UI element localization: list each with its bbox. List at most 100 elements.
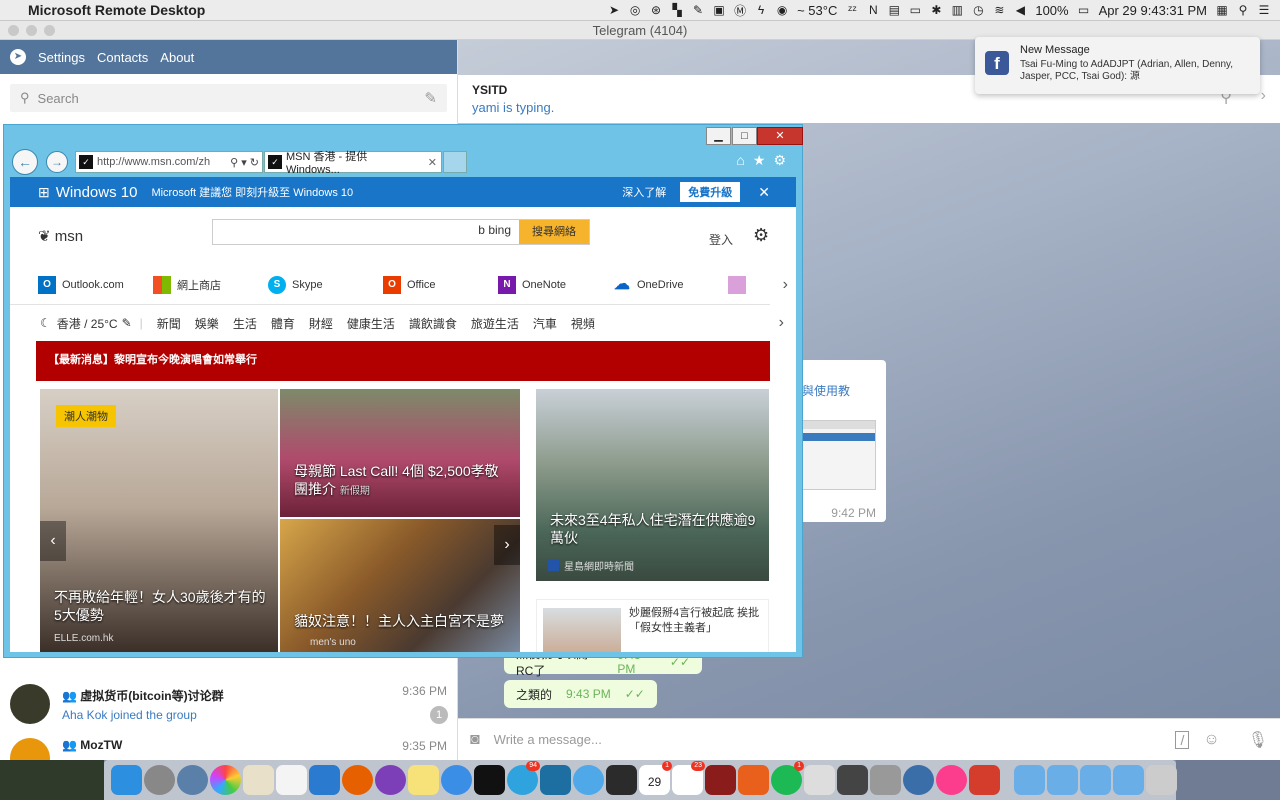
downloads-folder-icon[interactable] bbox=[1014, 765, 1045, 795]
time-machine-icon[interactable]: ◷ bbox=[972, 3, 984, 17]
category-health[interactable]: 健康生活 bbox=[347, 315, 395, 332]
address-text[interactable]: http://www.msn.com/zh bbox=[97, 156, 210, 168]
folder-icon[interactable] bbox=[1047, 765, 1078, 795]
user-icon[interactable]: ▦ bbox=[1216, 3, 1228, 17]
microphone-icon[interactable]: 🎙 bbox=[1248, 730, 1268, 750]
address-bar[interactable]: ✓ http://www.msn.com/zh ⚲ ▾ ↻ bbox=[75, 151, 263, 173]
news-list-item[interactable]: 妙麗假掰4言行被起底 挨批「假女性主義者」 bbox=[536, 599, 769, 652]
clock[interactable]: Apr 29 9:43:31 PM bbox=[1099, 3, 1207, 18]
applications-folder-icon[interactable] bbox=[1080, 765, 1111, 795]
msn-logo[interactable]: ❦ msn bbox=[38, 227, 83, 245]
msn-search-box[interactable]: b bing 搜尋網絡 bbox=[212, 219, 590, 245]
category-life[interactable]: 生活 bbox=[233, 315, 257, 332]
textedit-icon[interactable] bbox=[804, 765, 835, 795]
reminders-icon[interactable]: 23 bbox=[672, 761, 705, 795]
apps-next-icon[interactable]: › bbox=[783, 276, 788, 294]
free-upgrade-button[interactable]: 免費升級 bbox=[680, 182, 741, 202]
creative-cloud-icon[interactable]: ◎ bbox=[629, 3, 641, 17]
stickies-pen-icon[interactable] bbox=[837, 765, 868, 795]
app-store[interactable]: 網上商店 bbox=[153, 275, 268, 294]
category-food[interactable]: 識飲識食 bbox=[409, 315, 457, 332]
news-tile[interactable]: 貓奴注意！！主人入主白宮不是夢 men's uno › bbox=[280, 519, 520, 652]
web-search-button[interactable]: 搜尋網絡 bbox=[519, 220, 589, 244]
news-tile-hero[interactable]: 潮人潮物 不再敗給年輕！女人30歲後才有的5大優勢 ELLE.com.hk ‹ bbox=[40, 389, 278, 652]
breaking-news-ticker[interactable]: 【最新消息】黎明宣布今晚演唱會如常舉行 bbox=[36, 341, 770, 381]
emoji-icon[interactable]: ☺ bbox=[1203, 731, 1219, 749]
photos-icon[interactable] bbox=[210, 765, 241, 795]
paw-app-icon[interactable] bbox=[903, 765, 934, 795]
category-news[interactable]: 新聞 bbox=[157, 315, 181, 332]
nav-about[interactable]: About bbox=[160, 50, 194, 65]
news-tile[interactable]: 母親節 Last Call! 4個 $2,500孝敬團推介 新假期 bbox=[280, 389, 520, 517]
sublime-text-icon[interactable] bbox=[738, 765, 769, 795]
app-outlook[interactable]: O Outlook.com bbox=[38, 275, 153, 294]
compass-icon[interactable]: ⊛ bbox=[650, 3, 662, 17]
learn-more-link[interactable]: 深入了解 bbox=[622, 184, 666, 200]
firefox-icon[interactable] bbox=[342, 765, 373, 795]
close-banner-icon[interactable]: ✕ bbox=[758, 184, 770, 201]
attach-photo-icon[interactable]: ◙ bbox=[470, 731, 480, 749]
maximize-button[interactable]: □ bbox=[732, 127, 757, 145]
settings-gear-icon[interactable]: ⚙ bbox=[753, 225, 769, 246]
app-grid-icon[interactable] bbox=[276, 765, 307, 795]
keychain-icon[interactable] bbox=[870, 765, 901, 795]
app-skype[interactable]: S Skype bbox=[268, 275, 383, 294]
sleep-icon[interactable]: ᶻᶻ bbox=[846, 3, 858, 17]
safari-icon[interactable] bbox=[441, 765, 472, 795]
calendar-icon[interactable]: 29 1 bbox=[639, 761, 672, 795]
nav-contacts[interactable]: Contacts bbox=[97, 50, 148, 65]
bot-command-icon[interactable]: / bbox=[1175, 730, 1190, 749]
weather-readout[interactable]: 香港 / 25°C bbox=[57, 315, 118, 332]
preview-icon[interactable] bbox=[243, 765, 274, 795]
system-preferences-icon[interactable] bbox=[144, 765, 175, 795]
location-icon[interactable]: ➤ bbox=[608, 3, 620, 17]
spotify-icon[interactable]: 1 bbox=[771, 761, 804, 795]
spotlight-icon[interactable]: ⚲ bbox=[1237, 3, 1249, 17]
trash-icon[interactable] bbox=[1146, 765, 1177, 795]
carousel-next-icon[interactable]: › bbox=[494, 525, 520, 565]
search-refresh-icon[interactable]: ⚲ ▾ ↻ bbox=[230, 156, 259, 169]
telegram-icon[interactable]: 94 bbox=[507, 761, 540, 795]
category-sports[interactable]: 體育 bbox=[271, 315, 295, 332]
chat-search[interactable]: ⚲ Search ✎ bbox=[10, 84, 447, 112]
forward-button[interactable]: → bbox=[46, 151, 68, 173]
app-office[interactable]: O Office bbox=[383, 275, 498, 294]
app-onenote[interactable]: N OneNote bbox=[498, 275, 613, 294]
browser-tab[interactable]: ✓ MSN 香港 - 提供 Windows... ✕ bbox=[264, 151, 442, 176]
input-icon[interactable]: N bbox=[867, 3, 879, 17]
favorites-star-icon[interactable]: ★ bbox=[753, 152, 766, 169]
chevron-right-icon[interactable]: › bbox=[1261, 87, 1266, 105]
notes-icon[interactable] bbox=[408, 765, 439, 795]
back-button[interactable]: ← bbox=[12, 149, 38, 175]
m-app-icon[interactable]: Ⓜ bbox=[734, 2, 746, 19]
airplay-icon[interactable]: ▭ bbox=[909, 3, 921, 17]
battery-icon[interactable]: ▭ bbox=[1078, 3, 1090, 17]
tools-gear-icon[interactable]: ⚙ bbox=[773, 152, 786, 169]
home-icon[interactable]: ⌂ bbox=[736, 152, 744, 169]
app-menu[interactable]: Microsoft Remote Desktop bbox=[28, 2, 205, 18]
news-tile[interactable]: 未來3至4年私人住宅潛在供應逾9萬伙 星島網即時新聞 bbox=[536, 389, 769, 581]
carousel-prev-icon[interactable]: ‹ bbox=[40, 521, 66, 561]
close-tab-icon[interactable]: ✕ bbox=[428, 156, 437, 169]
memory-icon[interactable]: ▥ bbox=[951, 3, 963, 17]
chat-list-item[interactable]: 👥 虛拟货币(bitcoin等)讨论群 Aha Kok joined the g… bbox=[0, 676, 458, 732]
dictionary-icon[interactable] bbox=[705, 765, 736, 795]
category-entertainment[interactable]: 娛樂 bbox=[195, 315, 219, 332]
clipboard-icon[interactable]: ▣ bbox=[713, 3, 725, 17]
category-travel[interactable]: 旅遊生活 bbox=[471, 315, 519, 332]
bluetooth-icon[interactable]: ✱ bbox=[930, 3, 942, 17]
category-finance[interactable]: 財經 bbox=[309, 315, 333, 332]
category-auto[interactable]: 汽車 bbox=[533, 315, 557, 332]
message-input[interactable]: Write a message... bbox=[494, 732, 602, 747]
finder-icon[interactable] bbox=[111, 765, 142, 795]
temperature-readout[interactable]: ~ 53°C bbox=[797, 3, 837, 18]
grid-app-icon[interactable]: ▚ bbox=[671, 3, 683, 17]
app-onedrive[interactable]: ☁ OneDrive bbox=[613, 276, 728, 294]
message-bubble[interactable]: 之類的 9:43 PM ✓✓ bbox=[504, 680, 657, 708]
zoom-window-button[interactable] bbox=[44, 25, 55, 36]
launchpad-icon[interactable] bbox=[177, 765, 208, 795]
terminal-icon[interactable] bbox=[474, 765, 505, 795]
spiral-icon[interactable]: ◉ bbox=[776, 3, 788, 17]
minimize-button[interactable]: ▁ bbox=[706, 127, 731, 145]
categories-next-icon[interactable]: › bbox=[779, 314, 784, 332]
